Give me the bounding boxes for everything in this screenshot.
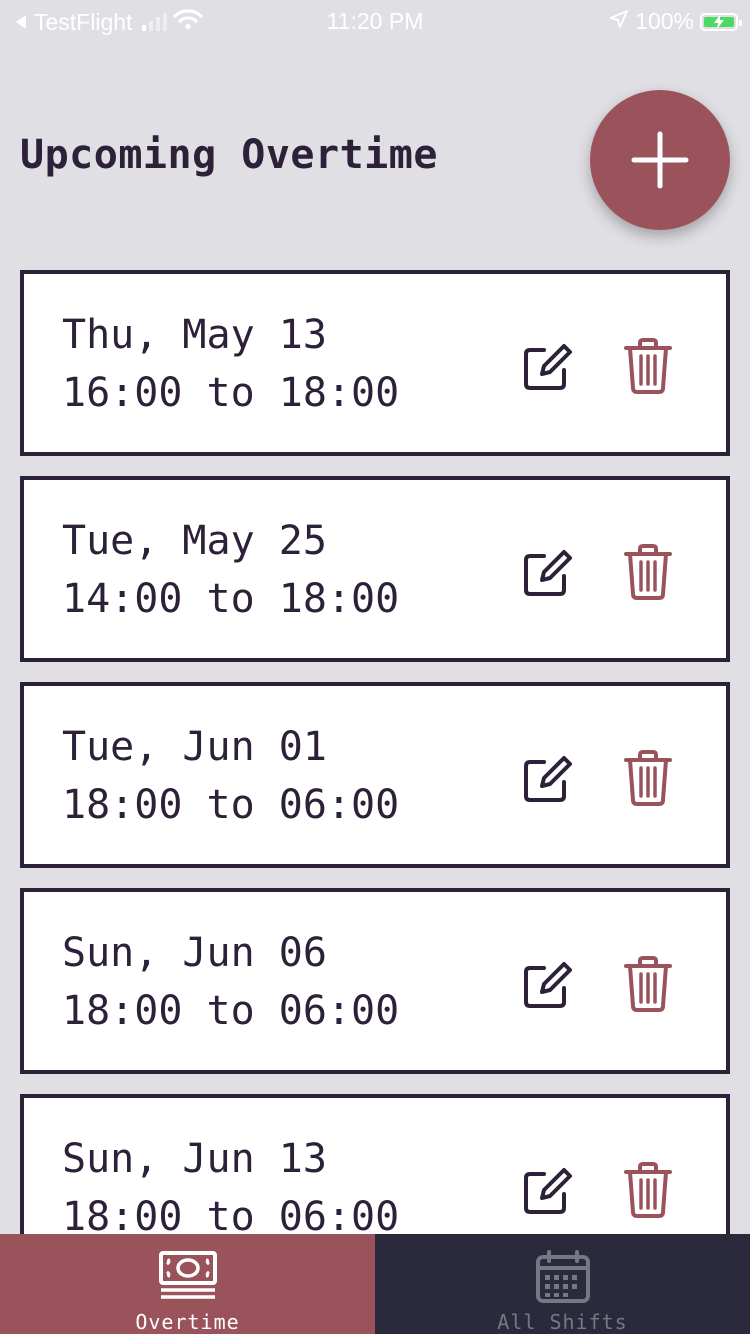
trash-icon[interactable] <box>622 1162 674 1218</box>
page-title: Upcoming Overtime <box>20 132 438 178</box>
overtime-list[interactable]: Thu, May 13 16:00 to 18:00 Tue, May 25 1… <box>20 270 730 1234</box>
trash-icon[interactable] <box>622 544 674 600</box>
trash-icon[interactable] <box>622 956 674 1012</box>
battery-percent: 100% <box>635 8 694 34</box>
edit-icon[interactable] <box>520 956 576 1012</box>
tab-all-shifts[interactable]: All Shifts <box>375 1234 750 1334</box>
edit-icon[interactable] <box>520 750 576 806</box>
edit-icon[interactable] <box>520 544 576 600</box>
overtime-card: Thu, May 13 16:00 to 18:00 <box>20 270 730 456</box>
edit-icon[interactable] <box>520 1162 576 1218</box>
overtime-date: Sun, Jun 06 <box>62 930 327 976</box>
overtime-date: Thu, May 13 <box>62 312 327 358</box>
edit-icon[interactable] <box>520 338 576 394</box>
overtime-card: Sun, Jun 13 18:00 to 06:00 <box>20 1094 730 1234</box>
overtime-time-range: 18:00 to 06:00 <box>62 1194 400 1234</box>
location-arrow-icon <box>609 8 629 35</box>
overtime-time-range: 16:00 to 18:00 <box>62 370 400 416</box>
tab-all-shifts-label: All Shifts <box>497 1310 628 1334</box>
money-icon <box>158 1251 217 1299</box>
calendar-icon <box>535 1250 590 1303</box>
overtime-date: Sun, Jun 13 <box>62 1136 327 1182</box>
overtime-time-range: 18:00 to 06:00 <box>62 988 400 1034</box>
status-bar: TestFlight 11:20 PM 100% <box>0 0 750 40</box>
trash-icon[interactable] <box>622 338 674 394</box>
trash-icon[interactable] <box>622 750 674 806</box>
tab-overtime-label: Overtime <box>135 1310 240 1334</box>
overtime-date: Tue, Jun 01 <box>62 724 327 770</box>
overtime-card: Tue, Jun 01 18:00 to 06:00 <box>20 682 730 868</box>
overtime-date: Tue, May 25 <box>62 518 327 564</box>
battery-icon <box>700 12 742 31</box>
overtime-card: Tue, May 25 14:00 to 18:00 <box>20 476 730 662</box>
overtime-time-range: 18:00 to 06:00 <box>62 782 400 828</box>
plus-icon <box>631 131 689 189</box>
tab-overtime[interactable]: Overtime <box>0 1234 375 1334</box>
tab-bar: Overtime All Shifts <box>0 1234 750 1334</box>
add-overtime-button[interactable] <box>590 90 730 230</box>
overtime-time-range: 14:00 to 18:00 <box>62 576 400 622</box>
overtime-card: Sun, Jun 06 18:00 to 06:00 <box>20 888 730 1074</box>
